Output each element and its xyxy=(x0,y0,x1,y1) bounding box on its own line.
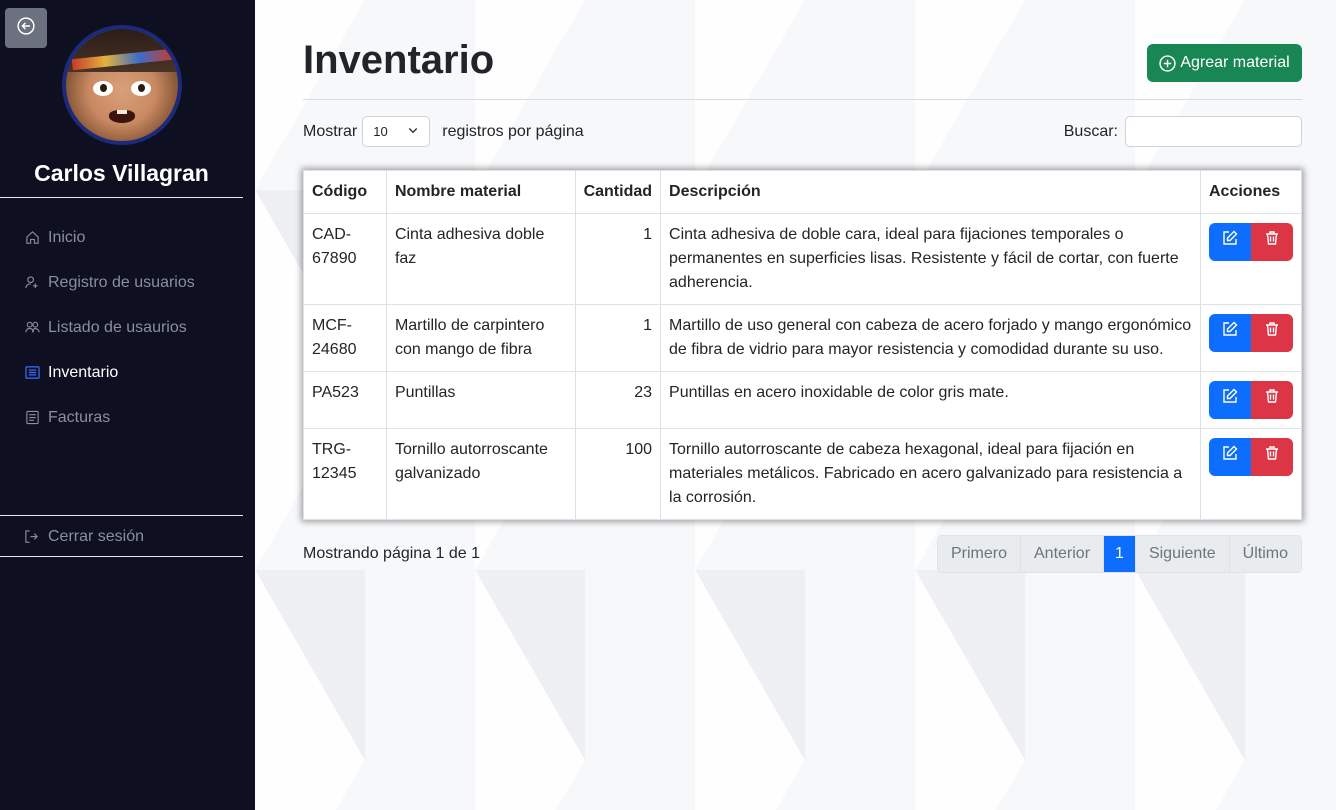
edit-button[interactable] xyxy=(1209,381,1251,419)
pagination-previous[interactable]: Anterior xyxy=(1020,536,1104,572)
header-divider xyxy=(303,99,1302,100)
cell-code: MCF-24680 xyxy=(303,304,387,372)
search-control: Buscar: xyxy=(1064,116,1302,147)
cell-name: Tornillo autorroscante galvanizado xyxy=(385,428,576,520)
arrow-left-circle-icon xyxy=(17,16,35,40)
avatar xyxy=(62,25,182,145)
logout-icon xyxy=(24,529,40,545)
delete-button[interactable] xyxy=(1251,381,1293,419)
table-row: PA523 Puntillas 23 Puntillas en acero in… xyxy=(303,371,1302,429)
sidebar-item-label: Inventario xyxy=(48,363,119,381)
cell-name: Cinta adhesiva doble faz xyxy=(385,213,576,305)
trash-icon xyxy=(1264,445,1280,469)
cell-qty: 23 xyxy=(574,371,662,429)
column-header-acciones: Acciones xyxy=(1200,170,1302,214)
sidebar-item-label: Inicio xyxy=(48,228,86,246)
cell-code: PA523 xyxy=(303,371,387,429)
edit-button[interactable] xyxy=(1209,314,1251,352)
user-name: Carlos Villagran xyxy=(34,160,209,186)
cell-code: CAD-67890 xyxy=(303,213,387,305)
pagination-page-1[interactable]: 1 xyxy=(1103,536,1135,572)
plus-circle-icon xyxy=(1159,54,1176,72)
sidebar-item-inicio[interactable]: Inicio xyxy=(0,215,243,260)
sidebar-item-facturas[interactable]: Facturas xyxy=(0,395,243,440)
cell-qty: 100 xyxy=(574,428,662,520)
sidebar-item-label: Facturas xyxy=(48,408,111,426)
add-material-label: Agrear material xyxy=(1180,54,1290,71)
column-header-codigo[interactable]: Código xyxy=(303,170,387,214)
page-info: Mostrando página 1 de 1 xyxy=(303,545,481,562)
cell-code: TRG-12345 xyxy=(303,428,387,520)
sidebar-divider xyxy=(0,197,243,198)
cell-name: Martillo de carpintero con mango de fibr… xyxy=(385,304,576,372)
cell-name: Puntillas xyxy=(385,371,576,429)
sidebar-nav: Inicio Registro de usuarios Listado de u… xyxy=(0,215,243,440)
logout-label: Cerrar sesión xyxy=(48,527,145,545)
sidebar-item-label: Registro de usuarios xyxy=(48,273,195,291)
table-row: CAD-67890 Cinta adhesiva doble faz 1 Cin… xyxy=(303,213,1302,305)
pagination-last[interactable]: Último xyxy=(1228,536,1301,572)
show-label: Mostrar xyxy=(303,122,358,140)
column-header-cantidad[interactable]: Cantidad xyxy=(574,170,662,214)
sidebar-item-label: Listado de usaurios xyxy=(48,318,187,336)
cell-qty: 1 xyxy=(574,304,662,372)
page-size-control: Mostrar 10 registros por página xyxy=(303,116,584,147)
invoice-icon xyxy=(24,410,40,426)
pagination-next[interactable]: Siguiente xyxy=(1134,536,1229,572)
trash-icon xyxy=(1264,321,1280,345)
edit-icon xyxy=(1222,230,1238,254)
search-input[interactable] xyxy=(1125,116,1302,147)
search-label: Buscar: xyxy=(1063,122,1118,140)
per-page-label: registros por página xyxy=(442,122,584,140)
sidebar-item-registro-usuarios[interactable]: Registro de usuarios xyxy=(0,260,243,305)
column-header-descripcion[interactable]: Descripción xyxy=(660,170,1201,214)
cell-desc: Tornillo autorroscante de cabeza hexagon… xyxy=(660,428,1201,520)
trash-icon xyxy=(1264,230,1280,254)
cell-actions xyxy=(1200,304,1302,372)
page-size-value: 10 xyxy=(373,124,388,139)
trash-icon xyxy=(1264,388,1280,412)
cell-actions xyxy=(1200,428,1302,520)
table-header-row: Código Nombre material Cantidad Descripc… xyxy=(303,170,1302,214)
sidebar-item-listado-usuarios[interactable]: Listado de usaurios xyxy=(0,305,243,350)
cell-actions xyxy=(1200,371,1302,429)
delete-button[interactable] xyxy=(1251,223,1293,261)
list-icon xyxy=(24,365,40,381)
home-icon xyxy=(24,230,40,246)
delete-button[interactable] xyxy=(1251,314,1293,352)
page-size-select[interactable]: 10 xyxy=(362,116,431,147)
sidebar-item-inventario[interactable]: Inventario xyxy=(0,350,243,395)
delete-button[interactable] xyxy=(1251,438,1293,476)
logout-button[interactable]: Cerrar sesión xyxy=(0,516,243,557)
table-row: TRG-12345 Tornillo autorroscante galvani… xyxy=(303,428,1302,520)
edit-button[interactable] xyxy=(1209,438,1251,476)
add-material-button[interactable]: Agrear material xyxy=(1147,44,1302,82)
cell-desc: Puntillas en acero inoxidable de color g… xyxy=(660,371,1201,429)
edit-icon xyxy=(1222,388,1238,412)
chevron-down-icon xyxy=(407,124,419,139)
edit-button[interactable] xyxy=(1209,223,1251,261)
edit-icon xyxy=(1222,321,1238,345)
pagination: Primero Anterior 1 Siguiente Último xyxy=(936,535,1302,573)
inventory-table: Código Nombre material Cantidad Descripc… xyxy=(303,170,1302,520)
cell-qty: 1 xyxy=(574,213,662,305)
column-header-nombre[interactable]: Nombre material xyxy=(385,170,576,214)
table-row: MCF-24680 Martillo de carpintero con man… xyxy=(303,304,1302,372)
edit-icon xyxy=(1222,445,1238,469)
users-icon xyxy=(24,320,40,336)
user-add-icon xyxy=(24,275,40,291)
sidebar: Carlos Villagran Inicio Registro de usua… xyxy=(0,0,255,810)
page-title: Inventario xyxy=(303,38,495,82)
cell-actions xyxy=(1200,213,1302,305)
pagination-first[interactable]: Primero xyxy=(937,536,1020,572)
cell-desc: Cinta adhesiva de doble cara, ideal para… xyxy=(660,213,1201,305)
back-button[interactable] xyxy=(5,8,47,48)
sidebar-divider xyxy=(0,556,243,557)
cell-desc: Martillo de uso general con cabeza de ac… xyxy=(660,304,1201,372)
